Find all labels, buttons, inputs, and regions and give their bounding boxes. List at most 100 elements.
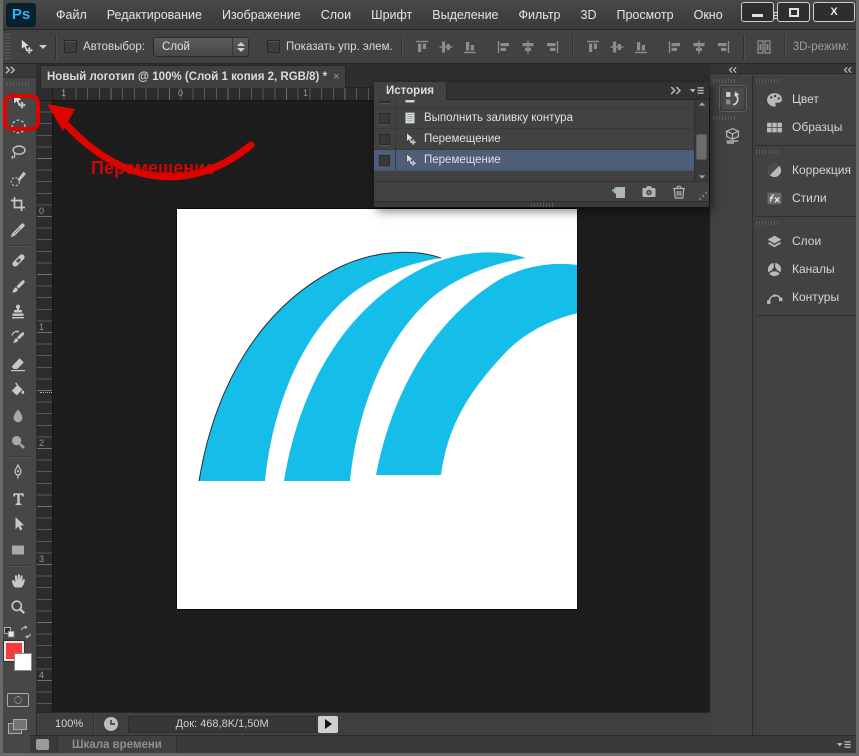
menu-item-file[interactable]: Файл [46,8,97,22]
tool-blur[interactable] [3,403,33,429]
collapse-dock-icon[interactable] [726,66,739,74]
minimize-button[interactable] [741,2,774,22]
tool-hand[interactable] [3,568,33,594]
autoselect-target-select[interactable]: Слой [153,36,250,57]
align-right-edges-icon[interactable] [544,39,560,55]
history-source-well[interactable] [374,150,396,170]
dock-group-grip[interactable] [756,150,778,154]
history-item[interactable]: Перемещение [374,129,709,150]
tool-lasso[interactable] [3,140,33,166]
history-panel-tab[interactable]: История [374,82,447,100]
close-button[interactable]: X [813,2,855,22]
quick-mask-button[interactable] [7,693,29,708]
move-tool-preset-icon[interactable] [17,38,34,55]
menu-item-window[interactable]: Окно [684,8,733,22]
menu-item-3d[interactable]: 3D [571,8,607,22]
3d-materials-panel-button[interactable] [719,122,747,149]
swap-colors-icon[interactable] [19,625,33,639]
align-left-edges-icon[interactable] [496,39,512,55]
history-source-well[interactable] [374,129,396,149]
menu-item-type[interactable]: Шрифт [361,8,422,22]
tool-preset-dropdown-icon[interactable] [39,44,47,49]
menu-item-select[interactable]: Выделение [422,8,508,22]
distribute-vertical-centers-icon[interactable] [609,39,625,55]
history-item[interactable]: Выполнить заливку контура [374,108,709,129]
panel-menu-icon[interactable] [689,85,705,96]
distribute-horizontal-centers-icon[interactable] [691,39,707,55]
tool-pen[interactable] [3,459,33,485]
panel-button-channels[interactable]: Каналы [756,255,856,283]
timeline-menu-icon[interactable] [836,739,852,750]
screen-mode-button[interactable] [8,719,28,735]
auto-align-layers-icon[interactable] [756,39,772,55]
history-panel-button[interactable] [718,85,747,112]
panel-drag-handle[interactable] [374,201,709,207]
show-transform-controls-checkbox[interactable] [267,40,281,53]
scroll-down-icon[interactable] [698,175,706,179]
tool-crop[interactable] [3,191,33,217]
menu-item-view[interactable]: Просмотр [607,8,684,22]
zoom-level-field[interactable]: 100% [37,713,95,735]
panel-button-paths[interactable]: Контуры [756,283,856,311]
dock-group-grip[interactable] [713,116,735,120]
dock-group-grip[interactable] [756,79,778,83]
distribute-left-edges-icon[interactable] [667,39,683,55]
timeline-tab[interactable]: Шкала времени [57,736,177,753]
history-source-well[interactable] [374,108,396,128]
tools-panel-header[interactable] [3,64,36,78]
tool-type[interactable] [3,485,33,511]
tab-close-icon[interactable]: × [333,71,339,83]
status-options-button[interactable] [318,715,339,733]
status-clock-icon[interactable] [104,717,119,731]
tool-quick-selection[interactable] [3,165,33,191]
collapse-panel-icon[interactable] [669,85,683,96]
history-item-clipped[interactable]: Новый слой [374,100,709,108]
tool-spot-healing-brush[interactable] [3,248,33,274]
delete-state-icon[interactable] [671,184,687,200]
options-bar-grip[interactable] [4,33,11,60]
align-top-edges-icon[interactable] [414,39,430,55]
dock-group-grip[interactable] [756,221,778,225]
tool-zoom[interactable] [3,594,33,620]
canvas[interactable] [177,209,577,609]
document-size-field[interactable]: Док: 468,8K/1,50M [128,715,317,733]
default-colors-icon[interactable] [3,626,16,639]
tool-clone-stamp[interactable] [3,300,33,326]
tool-eyedropper[interactable] [3,217,33,243]
tool-brush[interactable] [3,274,33,300]
history-item-selected[interactable]: Перемещение [374,150,709,171]
timeline-grip-icon[interactable] [36,739,49,750]
dock-group-grip[interactable] [713,79,735,83]
panel-button-adjustments[interactable]: Коррекция [756,156,856,184]
panel-button-styles[interactable]: Стили [756,184,856,212]
panel-resize-grip[interactable] [698,191,707,200]
tool-path-selection[interactable] [3,511,33,537]
autoselect-checkbox[interactable] [64,40,77,53]
new-document-from-state-icon[interactable] [611,184,627,200]
maximize-button[interactable] [777,2,810,22]
tool-eraser[interactable] [3,351,33,377]
panel-button-color[interactable]: Цвет [756,85,856,113]
panel-button-layers[interactable]: Слои [756,227,856,255]
collapse-dock-icon[interactable] [841,66,854,74]
menu-item-filter[interactable]: Фильтр [509,8,571,22]
distribute-top-edges-icon[interactable] [585,39,601,55]
distribute-right-edges-icon[interactable] [715,39,731,55]
menu-item-layers[interactable]: Слои [311,8,361,22]
align-bottom-edges-icon[interactable] [462,39,478,55]
document-tab[interactable]: Новый логотип @ 100% (Слой 1 копия 2, RG… [40,65,346,88]
align-vertical-centers-icon[interactable] [438,39,454,55]
panel-button-swatches[interactable]: Образцы [756,113,856,141]
align-horizontal-centers-icon[interactable] [520,39,536,55]
history-scrollbar-thumb[interactable] [696,134,707,160]
menu-item-edit[interactable]: Редактирование [97,8,212,22]
distribute-bottom-edges-icon[interactable] [633,39,649,55]
menu-item-image[interactable]: Изображение [212,8,311,22]
scroll-up-icon[interactable] [698,102,706,106]
tool-dodge[interactable] [3,429,33,455]
new-snapshot-icon[interactable] [641,184,657,200]
tool-paint-bucket[interactable] [3,377,33,403]
background-color-chip[interactable] [14,653,32,672]
tool-history-brush[interactable] [3,325,33,351]
history-source-well[interactable] [374,100,396,107]
